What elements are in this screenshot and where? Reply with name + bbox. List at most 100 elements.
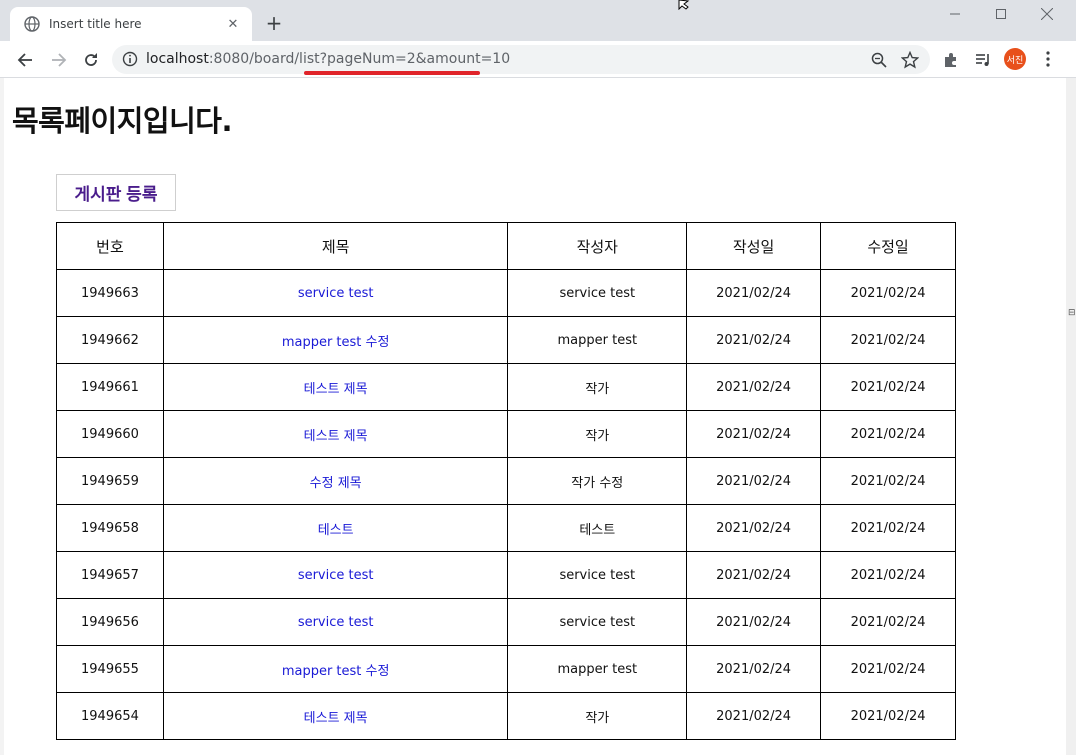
cell-bno: 1949654 [56,692,164,740]
cell-regdate: 2021/02/24 [686,269,822,317]
cell-bno: 1949661 [56,363,164,411]
minimize-button[interactable] [932,0,978,28]
cell-title: 테스트 제목 [162,692,509,740]
page-viewport: 목록페이지입니다. 게시판 등록 번호 제목 작성자 작성일 수정일 19496… [4,78,1066,755]
table-row: 1949659 수정 제목 작가 수정 2021/02/24 2021/02/24 [56,457,956,505]
cell-updatedate: 2021/02/24 [820,551,956,599]
table-row: 1949655 mapper test 수정 mapper test 2021/02/… [56,645,956,693]
board-list-table: 번호 제목 작성자 작성일 수정일 1949663 service test ser… [56,222,956,740]
url-path: :8080/board/list?pageNum=2&amount=10 [208,51,511,67]
post-title-link[interactable]: mapper test 수정 [282,335,390,350]
url-text[interactable]: localhost:8080/board/list?pageNum=2&amou… [146,51,510,67]
cell-title: 테스트 [162,504,509,552]
post-title-link[interactable]: 테스트 [318,523,354,538]
reload-icon [85,53,97,66]
table-row: 1949660 테스트 제목 작가 2021/02/24 2021/02/24 [56,410,956,458]
cell-writer: mapper test [507,645,688,693]
extensions-puzzle-icon[interactable] [942,51,960,69]
cell-bno: 1949663 [56,269,164,317]
cell-writer: 작가 [507,692,688,740]
cell-writer: 테스트 [507,504,688,552]
table-row: 1949657 service test service test 2021/02/2… [56,551,956,599]
cell-title: 테스트 제목 [162,410,509,458]
post-title-link[interactable]: 수정 제목 [310,476,362,491]
reload-button[interactable] [78,47,104,73]
post-title-link[interactable]: 테스트 제목 [304,382,368,397]
new-tab-button[interactable]: + [262,11,286,35]
cell-title: mapper test 수정 [162,645,509,693]
tab-title: Insert title here [49,17,142,31]
media-queue-icon[interactable] [974,51,992,69]
cell-title: service test [162,269,509,317]
cell-bno: 1949662 [56,316,164,364]
cell-updatedate: 2021/02/24 [820,410,956,458]
profile-avatar[interactable]: 서진 [1004,48,1026,70]
forward-button[interactable] [46,47,72,73]
background-window-edge: ⊟ [1066,78,1076,755]
cell-bno: 1949658 [56,504,164,552]
back-arrow-icon [17,53,32,67]
cell-regdate: 2021/02/24 [686,504,822,552]
cell-writer: 작가 수정 [507,457,688,505]
post-title-link[interactable]: service test [298,568,374,583]
cell-title: service test [162,598,509,646]
maximize-button[interactable] [978,0,1024,28]
globe-icon [24,16,40,32]
close-window-button[interactable] [1024,0,1070,28]
bookmark-star-icon[interactable] [901,51,919,69]
header-writer: 작성자 [507,222,688,270]
close-tab-icon[interactable]: ✕ [224,17,242,32]
back-button[interactable] [12,47,38,73]
browser-tab[interactable]: Insert title here ✕ [10,7,252,41]
address-bar[interactable]: localhost:8080/board/list?pageNum=2&amou… [112,45,930,74]
post-title-link[interactable]: 테스트 제목 [304,711,368,726]
cell-regdate: 2021/02/24 [686,551,822,599]
cell-regdate: 2021/02/24 [686,457,822,505]
cell-updatedate: 2021/02/24 [820,504,956,552]
tab-strip: Insert title here ✕ + [0,0,1076,41]
cell-bno: 1949659 [56,457,164,505]
cell-title: mapper test 수정 [162,316,509,364]
post-title-link[interactable]: 테스트 제목 [304,429,368,444]
cell-updatedate: 2021/02/24 [820,598,956,646]
post-title-link[interactable]: service test [298,615,374,630]
cell-regdate: 2021/02/24 [686,598,822,646]
cell-writer: service test [507,269,688,317]
header-bno: 번호 [56,222,164,270]
post-title-link[interactable]: service test [298,286,374,301]
post-title-link[interactable]: mapper test 수정 [282,664,390,679]
header-title: 제목 [162,222,509,270]
cell-bno: 1949660 [56,410,164,458]
cell-bno: 1949656 [56,598,164,646]
table-row: 1949656 service test service test 2021/02/2… [56,598,956,646]
cell-writer: 작가 [507,410,688,458]
cell-writer: service test [507,598,688,646]
site-info-icon[interactable] [122,51,138,67]
cell-bno: 1949657 [56,551,164,599]
cell-title: 테스트 제목 [162,363,509,411]
cell-writer: service test [507,551,688,599]
url-host: localhost [146,51,209,67]
cell-regdate: 2021/02/24 [686,692,822,740]
table-header-row: 번호 제목 작성자 작성일 수정일 [56,222,956,270]
table-row: 1949654 테스트 제목 작가 2021/02/24 2021/02/24 [56,692,956,740]
cell-updatedate: 2021/02/24 [820,457,956,505]
maximize-icon [996,9,1006,19]
cell-updatedate: 2021/02/24 [820,692,956,740]
table-row: 1949663 service test service test 2021/02/2… [56,269,956,317]
menu-kebab-icon[interactable] [1040,50,1056,68]
cell-writer: mapper test [507,316,688,364]
cell-title: 수정 제목 [162,457,509,505]
zoom-icon[interactable] [870,51,888,69]
cell-bno: 1949655 [56,645,164,693]
table-row: 1949662 mapper test 수정 mapper test 2021/02/… [56,316,956,364]
background-window-fragment: ⊟ [1068,308,1076,318]
cell-regdate: 2021/02/24 [686,363,822,411]
cell-updatedate: 2021/02/24 [820,269,956,317]
url-highlight-underline [304,71,480,75]
register-post-button[interactable]: 게시판 등록 [56,174,176,211]
forward-arrow-icon [52,53,67,67]
table-row: 1949658 테스트 테스트 2021/02/24 2021/02/24 [56,504,956,552]
cell-regdate: 2021/02/24 [686,645,822,693]
cell-writer: 작가 [507,363,688,411]
